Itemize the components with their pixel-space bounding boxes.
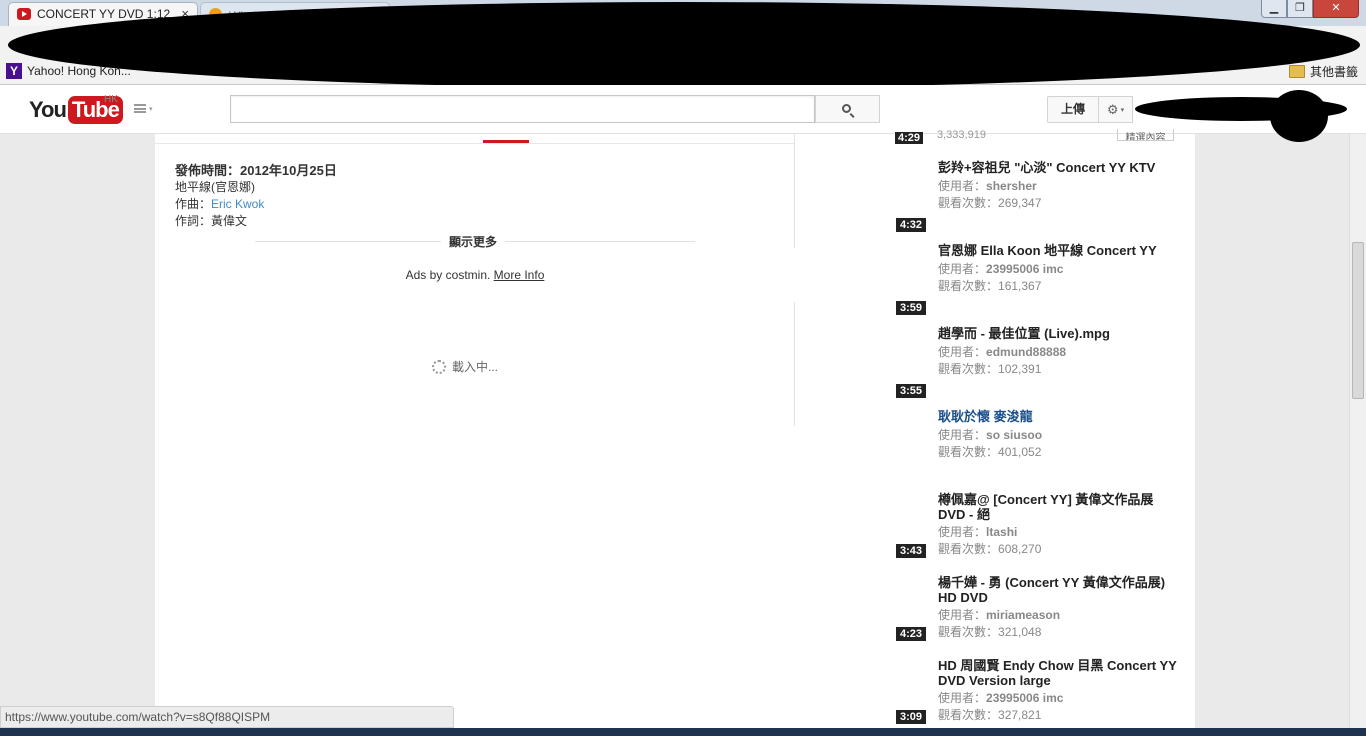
uploader: 使用者：shersher: [938, 179, 1037, 193]
video-duration: 4:32: [896, 218, 927, 232]
related-video-item[interactable]: 3:09 HD 周國賢 Endy Chow 目黑 Concert YY DVD …: [895, 658, 1180, 724]
video-duration: 3:09: [896, 710, 927, 724]
region-label: HK: [104, 94, 118, 105]
youtube-logo[interactable]: You Tube HK: [29, 94, 123, 125]
settings-button[interactable]: ⚙ ▾: [1099, 96, 1133, 123]
view-count: 觀看次數：269,347: [938, 196, 1042, 210]
uploader: 使用者：23995006 imc: [938, 262, 1064, 276]
video-thumbnail[interactable]: 4:23: [895, 575, 929, 641]
yahoo-icon: Y: [6, 63, 22, 79]
show-more-button[interactable]: 顯示更多: [441, 233, 506, 250]
redaction-overlay: [8, 2, 1360, 88]
view-count: 觀看次數：401,052: [938, 445, 1042, 459]
view-count: 觀看次數：161,367: [938, 279, 1042, 293]
upload-button[interactable]: 上傳: [1047, 96, 1099, 123]
bookmark-other-folder[interactable]: 其他書籤: [1288, 63, 1358, 80]
video-thumbnail[interactable]: 4:32: [895, 160, 929, 232]
divider: [794, 302, 795, 426]
page-scrollbar[interactable]: [1349, 134, 1366, 736]
video-thumbnail[interactable]: 3:55: [895, 326, 929, 398]
more-info-link[interactable]: More Info: [494, 268, 545, 282]
video-duration: 4:23: [896, 627, 927, 641]
description-line: 地平線(官恩娜): [175, 180, 255, 194]
windows-taskbar: [0, 728, 1366, 736]
video-duration: 3:43: [896, 544, 927, 558]
view-count: 3,333,919: [937, 129, 986, 141]
video-title[interactable]: 耿耿於懷 麥浚龍: [938, 409, 1180, 424]
related-video-item[interactable]: 4:23 楊千嬅 - 勇 (Concert YY 黃偉文作品展) HD DVD …: [895, 575, 1180, 655]
search-input[interactable]: [230, 95, 815, 123]
view-count: 觀看次數：327,821: [938, 708, 1042, 722]
search-icon: [842, 103, 851, 113]
view-count: 觀看次數：102,391: [938, 362, 1042, 376]
minimize-button[interactable]: ▁: [1261, 0, 1287, 18]
related-playlist-item[interactable]: 耿耿於懷 麥浚龍 使用者：so siusoo 觀看次數：401,052: [895, 409, 1180, 489]
folder-icon: [1288, 65, 1305, 78]
youtube-favicon-icon: [17, 8, 31, 20]
related-video-item[interactable]: 3:59 官恩娜 Ella Koon 地平線 Concert YY 使用者：23…: [895, 243, 1180, 323]
uploader: 使用者：so siusoo: [938, 428, 1043, 442]
video-title[interactable]: 彭羚+容祖兒 "心淡" Concert YY KTV: [938, 160, 1180, 175]
video-title[interactable]: 官恩娜 Ella Koon 地平線 Concert YY: [938, 243, 1180, 258]
spinner-icon: [432, 359, 446, 374]
menu-icon: [134, 104, 146, 113]
uploader: 使用者：23995006 imc: [938, 691, 1064, 705]
composer-link[interactable]: Eric Kwok: [211, 197, 264, 211]
publish-date: 發佈時間：2012年10月25日: [175, 163, 337, 178]
uploader: 使用者：miriameason: [938, 608, 1061, 622]
status-bar-url: https://www.youtube.com/watch?v=s8Qf88QI…: [0, 706, 454, 728]
chevron-down-icon: ▾: [1120, 106, 1125, 114]
divider: [794, 134, 795, 248]
video-duration: 4:29: [895, 132, 924, 144]
chevron-down-icon: ▾: [149, 105, 153, 113]
bookmark-label: 其他書籤: [1309, 65, 1358, 79]
description-line: 作詞：黃偉文: [175, 214, 248, 228]
gear-icon: ⚙: [1106, 102, 1119, 117]
video-title[interactable]: 樽佩嘉@ [Concert YY] 黃偉文作品展 DVD - 絕: [938, 492, 1180, 522]
uploader: 使用者：ltashi: [938, 525, 1018, 539]
search-button[interactable]: [815, 95, 880, 123]
video-title[interactable]: HD 周國賢 Endy Chow 目黑 Concert YY DVD Versi…: [938, 658, 1180, 688]
avatar-redaction: [1270, 90, 1328, 142]
guide-menu-button[interactable]: ▾: [134, 104, 153, 113]
related-video-item[interactable]: 3:55 趙學而 - 最佳位置 (Live).mpg 使用者：edmund888…: [895, 326, 1180, 406]
video-title[interactable]: 楊千嬅 - 勇 (Concert YY 黃偉文作品展) HD DVD: [938, 575, 1180, 605]
window-close-button[interactable]: ✕: [1313, 0, 1359, 18]
video-thumbnail[interactable]: 3:09: [895, 658, 929, 724]
related-video-item[interactable]: 3:43 樽佩嘉@ [Concert YY] 黃偉文作品展 DVD - 絕 使用…: [895, 492, 1180, 572]
loading-indicator: 載入中...: [432, 358, 498, 375]
maximize-button[interactable]: ❐: [1287, 0, 1313, 18]
scrollbar-thumb[interactable]: [1352, 242, 1364, 399]
video-title[interactable]: 趙學而 - 最佳位置 (Live).mpg: [938, 326, 1180, 341]
view-count: 觀看次數：321,048: [938, 625, 1042, 639]
ads-notice: Ads by costmin. More Info: [405, 268, 545, 282]
uploader: 使用者：edmund88888: [938, 345, 1067, 359]
video-duration: 3:59: [896, 301, 927, 315]
featured-badge: 精選內容: [1117, 129, 1174, 141]
related-video-item[interactable]: 4:32 彭羚+容祖兒 "心淡" Concert YY KTV 使用者：sher…: [895, 160, 1180, 240]
divider: [155, 143, 795, 144]
video-thumbnail[interactable]: 3:43: [895, 492, 929, 558]
video-duration: 3:55: [896, 384, 927, 398]
video-description: 發佈時間：2012年10月25日 地平線(官恩娜) 作曲：Eric Kwok 作…: [175, 162, 337, 230]
active-tab-indicator: [483, 140, 529, 143]
view-count: 觀看次數：608,270: [938, 542, 1042, 556]
description-line: 作曲：Eric Kwok: [175, 197, 265, 211]
video-thumbnail[interactable]: 3:59: [895, 243, 929, 315]
